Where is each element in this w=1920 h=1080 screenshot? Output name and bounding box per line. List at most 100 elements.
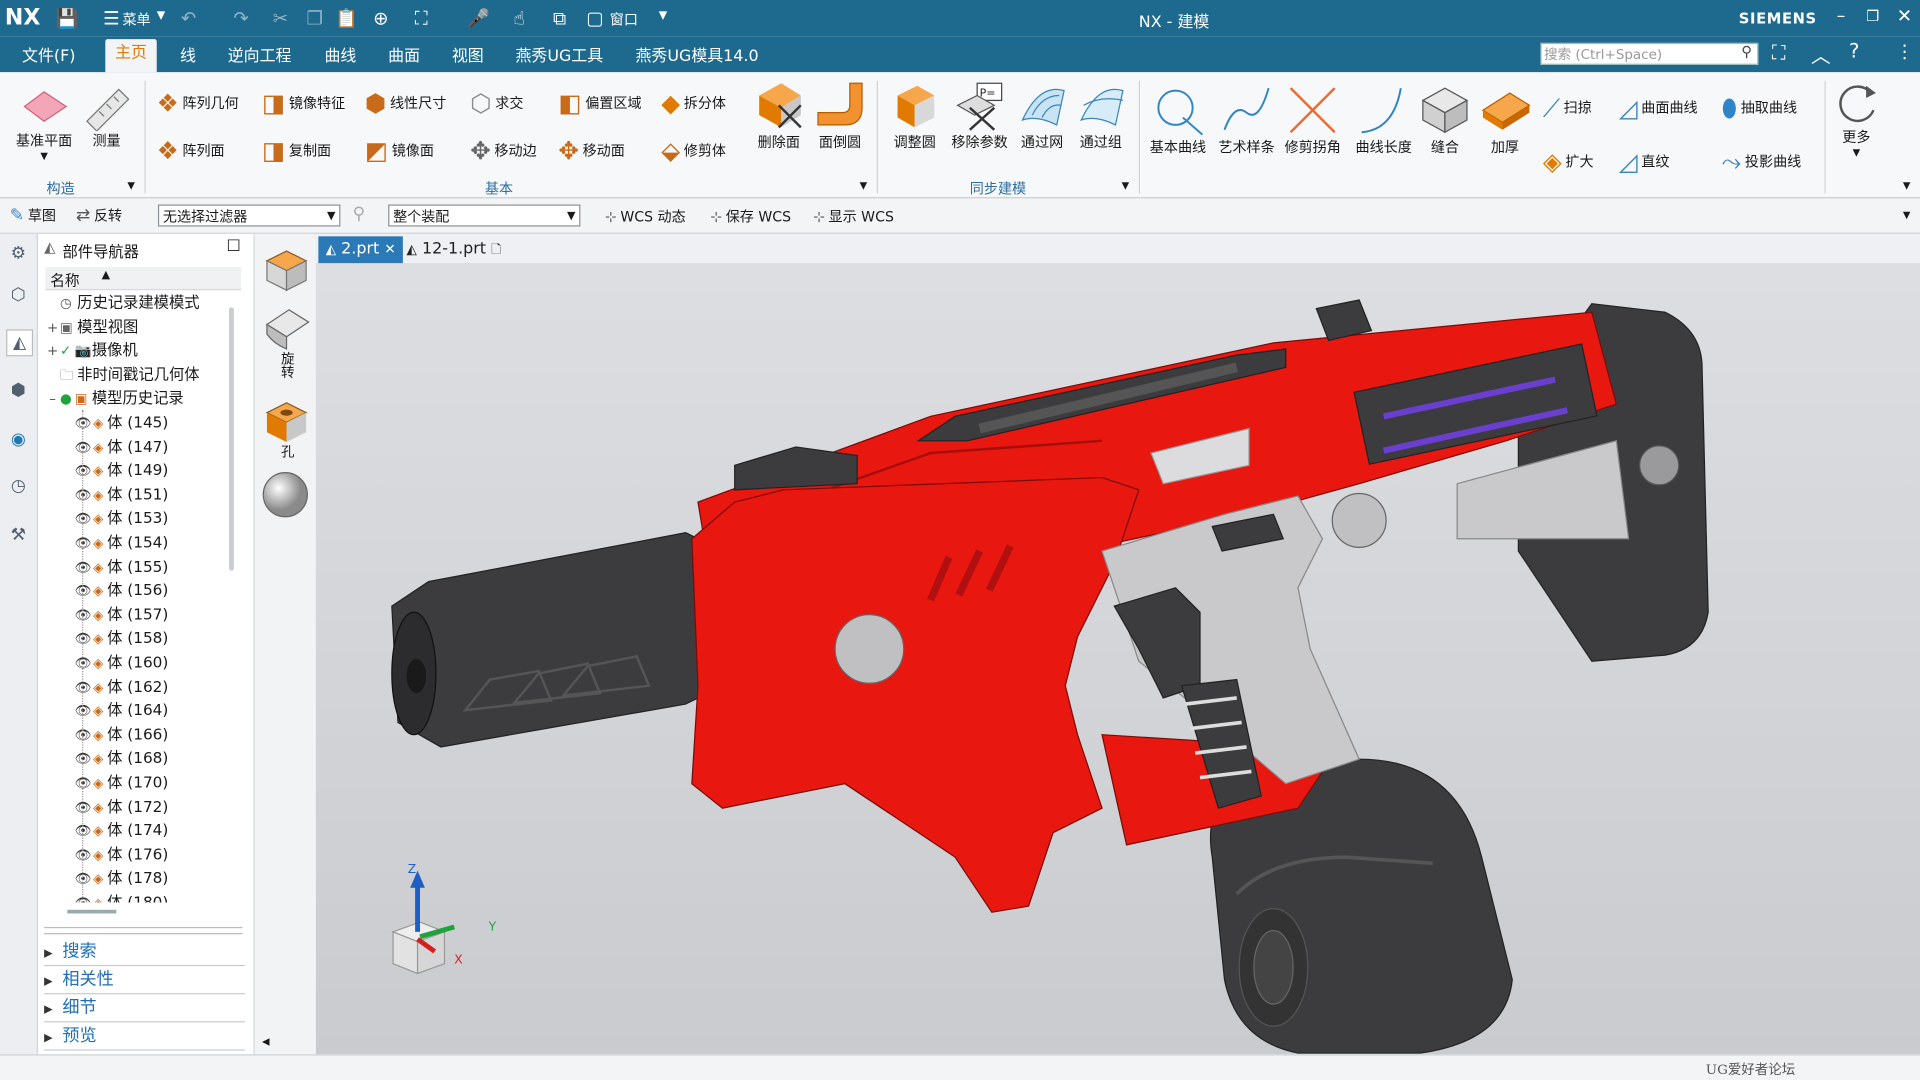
restore-icon[interactable]: ❐ [1866, 7, 1879, 24]
maximize-panel-icon[interactable]: ☐ [227, 238, 241, 256]
save-icon[interactable]: 💾 [54, 5, 81, 32]
delete-face-button[interactable]: 删除面 [749, 78, 808, 151]
checkmark-icon[interactable]: ✓ [60, 339, 75, 363]
pattern-geometry-button[interactable]: ❖ 阵列几何 [157, 88, 239, 117]
status-dot-icon[interactable]: ● [60, 387, 75, 411]
expand-toggle-icon[interactable]: + [45, 315, 60, 339]
mirror-feature-button[interactable]: ◨ 镜像特征 [262, 88, 345, 117]
tree-item-body[interactable]: 👁◈ 体 (151) [75, 482, 169, 506]
revolve-icon[interactable] [260, 302, 311, 351]
view-orientation-cube-icon[interactable] [260, 244, 311, 293]
sort-ascending-icon[interactable]: ▲ [102, 269, 110, 281]
ruled-button[interactable]: ◿ 直纹 [1619, 147, 1670, 176]
revolve-label[interactable]: 旋转 [277, 351, 297, 378]
graphics-viewport[interactable]: Z Y X [315, 263, 1920, 1055]
tree-item-body[interactable]: 👁◈ 体 (178) [75, 866, 169, 890]
tree-item-body[interactable]: 👁◈ 体 (158) [75, 626, 169, 650]
menu-hamburger-icon[interactable]: ☰ [98, 5, 125, 32]
enlarge-button[interactable]: ◈ 扩大 [1543, 147, 1594, 176]
selection-box-icon[interactable]: ⛶ [408, 5, 435, 32]
copy-face-button[interactable]: ◨ 复制面 [262, 136, 331, 165]
tree-item-body[interactable]: 👁◈ 体 (160) [75, 650, 169, 674]
through-curve-mesh-button[interactable]: 通过网 [1014, 78, 1070, 151]
close-tab-icon[interactable]: ✕ [384, 241, 395, 257]
reuse-library-icon[interactable]: ⬢ [6, 378, 30, 402]
web-browser-icon[interactable]: ◉ [6, 427, 30, 451]
save-wcs-button[interactable]: ⊹ 保存 WCS [710, 207, 791, 227]
section-dependencies[interactable]: ▶ 相关性 [44, 966, 245, 995]
sphere-icon[interactable] [260, 469, 311, 520]
tree-item-body[interactable]: 👁◈ 体 (157) [75, 602, 169, 626]
tab-line[interactable]: 线 [180, 43, 196, 66]
help-icon[interactable]: ? [1849, 39, 1859, 62]
quick-menu-label[interactable]: 菜单 [122, 10, 150, 30]
section-search[interactable]: ▶ 搜索 [44, 938, 245, 967]
more-button[interactable]: 更多 ▼ [1829, 78, 1883, 158]
tree-item[interactable]: + ▣ 模型视图 [45, 314, 138, 338]
sync-group-expand-icon[interactable]: ▼ [1122, 180, 1130, 191]
microphone-icon[interactable]: 🎤 [465, 5, 492, 32]
collapse-ribbon-icon[interactable]: ︿ [1811, 39, 1831, 68]
expand-toggle-icon[interactable]: + [45, 339, 60, 363]
panel-splitter[interactable] [44, 926, 243, 935]
tree-item-body[interactable]: 👁◈ 体 (170) [75, 770, 169, 794]
gear-icon[interactable]: ⚙ [6, 241, 30, 265]
show-wcs-button[interactable]: ⊹ 显示 WCS [813, 207, 894, 227]
tree-item-body[interactable]: 👁◈ 体 (147) [75, 434, 169, 458]
tree-item-body[interactable]: 👁◈ 体 (154) [75, 530, 169, 554]
construct-group-expand-icon[interactable]: ▼ [127, 180, 135, 191]
trim-corner-button[interactable]: 修剪拐角 [1281, 81, 1345, 157]
linear-dimension-button[interactable]: ⬢ 线性尺寸 [365, 88, 446, 117]
strip-scroll-left-icon[interactable]: ◀ [262, 1036, 270, 1047]
wcs-dynamic-button[interactable]: ⊹ WCS 动态 [605, 207, 686, 227]
measure-button[interactable]: 测量 [78, 82, 134, 151]
minimize-icon[interactable]: – [1837, 6, 1846, 26]
tree-item[interactable]: 🗀 非时间戳记几何体 [45, 362, 200, 386]
resize-blend-button[interactable]: 调整圆 [884, 78, 945, 151]
copy-icon[interactable]: ❐ [301, 5, 328, 32]
tree-item-body[interactable]: 👁◈ 体 (172) [75, 794, 169, 818]
assembly-navigator-icon[interactable]: ⬡ [6, 283, 30, 307]
selection-filter-dropdown[interactable]: 无选择过滤器 ▼ [157, 204, 341, 227]
tab-reverse-engineering[interactable]: 逆向工程 [228, 43, 292, 66]
tree-item-body[interactable]: 👁◈ 体 (155) [75, 554, 169, 578]
tree-item-body[interactable]: 👁◈ 体 (174) [75, 818, 169, 842]
curve-length-button[interactable]: 曲线长度 [1349, 81, 1418, 157]
tree-item-body[interactable]: 👁◈ 体 (145) [75, 410, 169, 434]
tree-item[interactable]: + ✓ 📷摄像机 [45, 338, 138, 363]
tree-item-body[interactable]: 👁◈ 体 (166) [75, 722, 169, 746]
redo-icon[interactable]: ↷ [228, 5, 255, 32]
datum-plane-button[interactable]: 基准平面 ▼ [10, 82, 79, 162]
tree-item-body[interactable]: 👁◈ 体 (156) [75, 578, 169, 602]
curve-on-surface-button[interactable]: ◿ 曲面曲线 [1619, 93, 1698, 122]
face-blend-button[interactable]: 面倒圆 [811, 78, 870, 151]
move-edge-button[interactable]: ✥ 移动边 [470, 136, 536, 165]
section-preview[interactable]: ▶ 预览 [44, 1022, 245, 1051]
switch-window-icon[interactable]: ⧉ [546, 5, 573, 32]
paste-icon[interactable]: 📋 [333, 5, 360, 32]
cut-icon[interactable]: ✂ [267, 5, 294, 32]
tree-item-body[interactable]: 👁◈体 (180) [75, 890, 169, 903]
history-icon[interactable]: ◷ [6, 474, 30, 498]
tab-home[interactable]: 主页 [105, 39, 157, 73]
search-icon[interactable]: ⚲ [1741, 43, 1752, 60]
tab-file[interactable]: 文件(F) [22, 43, 75, 66]
more-options-icon[interactable]: ⋮ [1896, 40, 1914, 62]
project-curve-button[interactable]: ⤳ 投影曲线 [1722, 147, 1802, 176]
pattern-face-button[interactable]: ❖ 阵列面 [157, 136, 225, 165]
repeat-command-icon[interactable]: ⊕ [367, 5, 394, 32]
mirror-face-button[interactable]: ◩ 镜像面 [365, 136, 434, 165]
full-screen-icon[interactable]: ⛶ [1772, 40, 1786, 64]
tree-item-body[interactable]: 👁◈ 体 (153) [75, 506, 169, 530]
reverse-button[interactable]: ⇄ 反转 [76, 206, 122, 226]
sew-button[interactable]: 缝合 [1418, 81, 1472, 157]
extract-curve-button[interactable]: ⬮ 抽取曲线 [1722, 93, 1797, 122]
section-details[interactable]: ▶ 细节 [44, 994, 245, 1023]
thicken-button[interactable]: 加厚 [1477, 81, 1533, 157]
move-face-button[interactable]: ✥ 移动面 [558, 136, 624, 165]
tab-yanxiu-mold[interactable]: 燕秀UG模具14.0 [636, 43, 759, 66]
tab-yanxiu-tools[interactable]: 燕秀UG工具 [516, 43, 604, 66]
hole-icon[interactable] [260, 396, 311, 445]
part-navigator-icon[interactable]: ◭ [6, 329, 34, 357]
selection-scope-dropdown[interactable]: 整个装配 ▼ [388, 204, 581, 227]
